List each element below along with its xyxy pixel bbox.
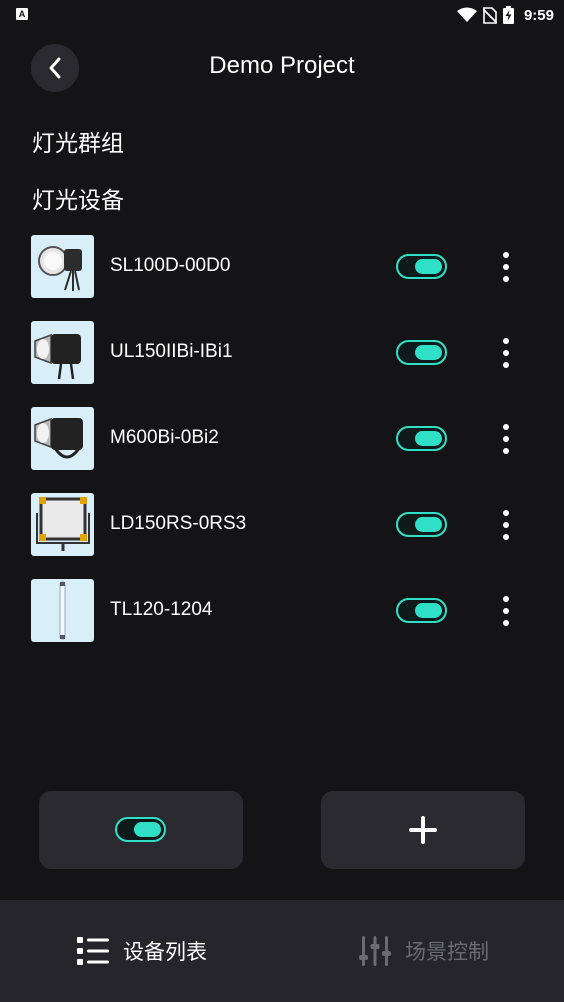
more-options-button[interactable] — [494, 421, 518, 457]
nav-device-list[interactable]: 设备列表 — [77, 935, 207, 967]
master-power-toggle[interactable] — [115, 817, 166, 842]
list-icon — [77, 937, 109, 965]
device-thumbnail-panel-light — [31, 493, 94, 556]
device-name: TL120-1204 — [110, 599, 213, 620]
no-sim-icon — [482, 6, 497, 24]
status-bar: A 9:59 — [0, 0, 564, 30]
device-row[interactable]: LD150RS-0RS3 — [0, 493, 564, 557]
status-icons: 9:59 — [456, 4, 554, 26]
device-thumbnail-tube-light — [31, 579, 94, 642]
device-power-toggle[interactable] — [396, 512, 447, 537]
device-name: LD150RS-0RS3 — [110, 513, 247, 534]
device-power-toggle[interactable] — [396, 254, 447, 279]
bottom-nav: 设备列表 场景控制 — [0, 900, 564, 1002]
device-thumbnail-cob-light — [31, 321, 94, 384]
device-row[interactable]: UL150IIBi-IBi1 — [0, 321, 564, 385]
device-name: SL100D-00D0 — [110, 255, 231, 276]
wifi-icon — [456, 7, 477, 22]
device-name: UL150IIBi-IBi1 — [110, 341, 233, 362]
device-name: M600Bi-0Bi2 — [110, 427, 219, 448]
more-options-button[interactable] — [494, 593, 518, 629]
device-thumbnail-spotlight — [31, 235, 94, 298]
more-options-button[interactable] — [494, 507, 518, 543]
more-options-button[interactable] — [494, 249, 518, 285]
nav-label: 场景控制 — [405, 941, 489, 964]
device-row[interactable]: SL100D-00D0 — [0, 235, 564, 299]
device-row[interactable]: M600Bi-0Bi2 — [0, 407, 564, 471]
app-notification-icon: A — [16, 8, 28, 20]
master-toggle-card[interactable] — [39, 791, 243, 869]
add-device-button[interactable] — [321, 791, 525, 869]
battery-charging-icon — [502, 6, 514, 24]
plus-icon — [409, 816, 437, 844]
device-thumbnail-cob-light — [31, 407, 94, 470]
section-light-devices: 灯光设备 — [32, 187, 124, 213]
nav-scene-control[interactable]: 场景控制 — [359, 935, 489, 967]
device-power-toggle[interactable] — [396, 426, 447, 451]
status-time: 9:59 — [523, 6, 554, 24]
more-options-button[interactable] — [494, 335, 518, 371]
page-title: Demo Project — [209, 52, 355, 79]
device-power-toggle[interactable] — [396, 340, 447, 365]
nav-label: 设备列表 — [123, 941, 207, 964]
section-light-groups[interactable]: 灯光群组 — [32, 124, 124, 158]
device-row[interactable]: TL120-1204 — [0, 579, 564, 643]
device-power-toggle[interactable] — [396, 598, 447, 623]
sliders-icon — [359, 936, 391, 966]
